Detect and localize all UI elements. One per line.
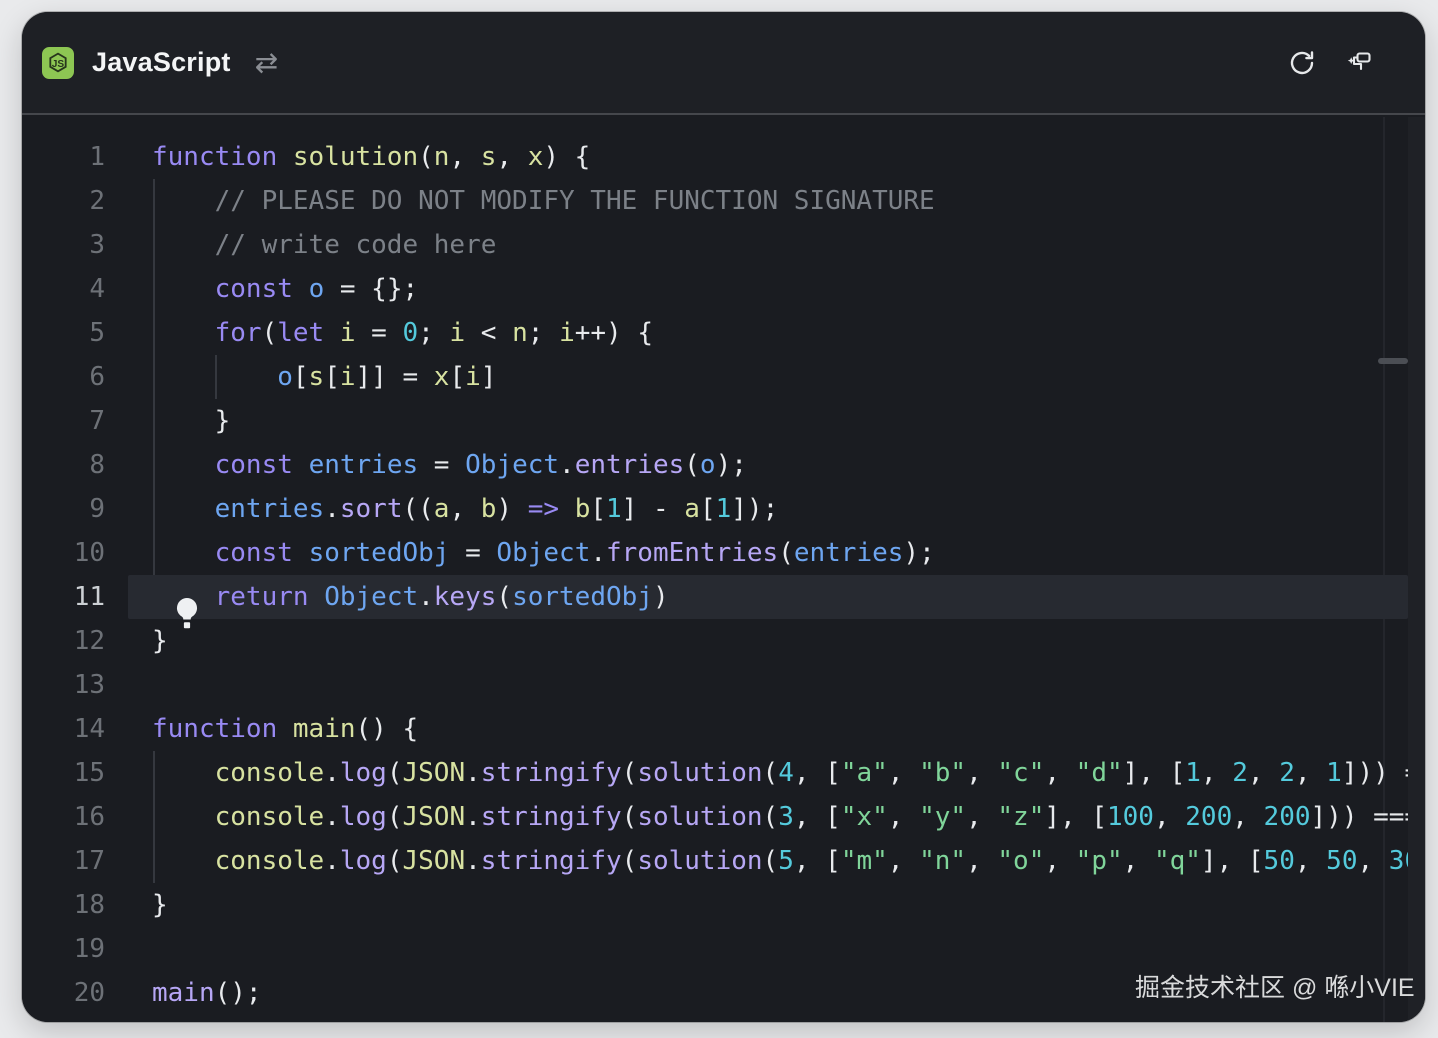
- code-text: console.log(JSON.stringify(solution(4, […: [152, 751, 1408, 795]
- code-line[interactable]: 7 }: [22, 399, 1425, 443]
- code-text: }: [152, 619, 1408, 663]
- code-line[interactable]: 15 console.log(JSON.stringify(solution(4…: [22, 751, 1425, 795]
- line-number: 8: [22, 443, 105, 487]
- code-text: console.log(JSON.stringify(solution(3, […: [152, 795, 1408, 839]
- code-text: o[s[i]] = x[i]: [152, 355, 1408, 399]
- line-number: 7: [22, 399, 105, 443]
- line-number: 11: [22, 575, 105, 619]
- code-text: const sortedObj = Object.fromEntries(ent…: [152, 531, 1408, 575]
- code-text: console.log(JSON.stringify(solution(5, […: [152, 839, 1408, 883]
- code-line[interactable]: 3 // write code here: [22, 223, 1425, 267]
- code-line[interactable]: 4 const o = {};: [22, 267, 1425, 311]
- svg-text:JS: JS: [52, 58, 65, 69]
- line-number: 4: [22, 267, 105, 311]
- lightbulb-icon[interactable]: [174, 596, 200, 634]
- code-line[interactable]: 16 console.log(JSON.stringify(solution(3…: [22, 795, 1425, 839]
- line-number: 17: [22, 839, 105, 883]
- line-number: 6: [22, 355, 105, 399]
- code-text: return Object.keys(sortedObj): [152, 575, 1408, 619]
- code-text: const o = {};: [152, 267, 1408, 311]
- scrollbar-thumb[interactable]: [1378, 358, 1408, 364]
- editor-header: JS JavaScript ⇄: [22, 12, 1425, 115]
- code-text: }: [152, 399, 1408, 443]
- code-text: // PLEASE DO NOT MODIFY THE FUNCTION SIG…: [152, 179, 1408, 223]
- code-text: // write code here: [152, 223, 1408, 267]
- header-actions: [1287, 48, 1375, 78]
- code-text: for(let i = 0; i < n; i++) {: [152, 311, 1408, 355]
- code-line[interactable]: 19: [22, 927, 1425, 971]
- line-number: 5: [22, 311, 105, 355]
- line-number: 10: [22, 531, 105, 575]
- code-line[interactable]: 14 function main() {: [22, 707, 1425, 751]
- code-line[interactable]: 9 entries.sort((a, b) => b[1] - a[1]);: [22, 487, 1425, 531]
- code-line[interactable]: 10 const sortedObj = Object.fromEntries(…: [22, 531, 1425, 575]
- format-paint-roller-icon[interactable]: [1345, 48, 1375, 78]
- watermark-text: 掘金技术社区 @ 喺小VIE: [1135, 966, 1415, 1010]
- line-number: 12: [22, 619, 105, 663]
- code-editor-window: JS JavaScript ⇄ 1 function solution(n, s,…: [22, 12, 1425, 1022]
- code-line[interactable]: 13: [22, 663, 1425, 707]
- code-line[interactable]: 1 function solution(n, s, x) {: [22, 135, 1425, 179]
- line-number: 13: [22, 663, 105, 707]
- code-editor[interactable]: 1function solution(n, s, x) {2 // PLEASE…: [22, 117, 1425, 1022]
- line-number: 1: [22, 135, 105, 179]
- line-number: 3: [22, 223, 105, 267]
- code-line[interactable]: 6 o[s[i]] = x[i]: [22, 355, 1425, 399]
- code-text: entries.sort((a, b) => b[1] - a[1]);: [152, 487, 1408, 531]
- code-line[interactable]: 18}: [22, 883, 1425, 927]
- line-number: 18: [22, 883, 105, 927]
- swap-language-icon[interactable]: ⇄: [255, 49, 278, 77]
- line-number: 16: [22, 795, 105, 839]
- line-number: 20: [22, 971, 105, 1015]
- line-number: 2: [22, 179, 105, 223]
- nodejs-icon: JS: [42, 47, 74, 79]
- code-line[interactable]: 8 const entries = Object.entries(o);: [22, 443, 1425, 487]
- line-number: 19: [22, 927, 105, 971]
- line-number: 9: [22, 487, 105, 531]
- code-text: function solution(n, s, x) {: [152, 135, 1408, 179]
- code-line[interactable]: 17 console.log(JSON.stringify(solution(5…: [22, 839, 1425, 883]
- refresh-icon[interactable]: [1287, 48, 1317, 78]
- code-text: const entries = Object.entries(o);: [152, 443, 1408, 487]
- code-line[interactable]: 2 // PLEASE DO NOT MODIFY THE FUNCTION S…: [22, 179, 1425, 223]
- code-text: function main() {: [152, 707, 1408, 751]
- line-number: 15: [22, 751, 105, 795]
- code-line[interactable]: 11 return Object.keys(sortedObj): [22, 575, 1425, 619]
- code-lines: 1function solution(n, s, x) {2 // PLEASE…: [22, 135, 1425, 1015]
- line-number: 14: [22, 707, 105, 751]
- code-line[interactable]: 5 for(let i = 0; i < n; i++) {: [22, 311, 1425, 355]
- code-line[interactable]: 12}: [22, 619, 1425, 663]
- language-title: JavaScript: [92, 47, 231, 78]
- code-text: }: [152, 883, 1408, 927]
